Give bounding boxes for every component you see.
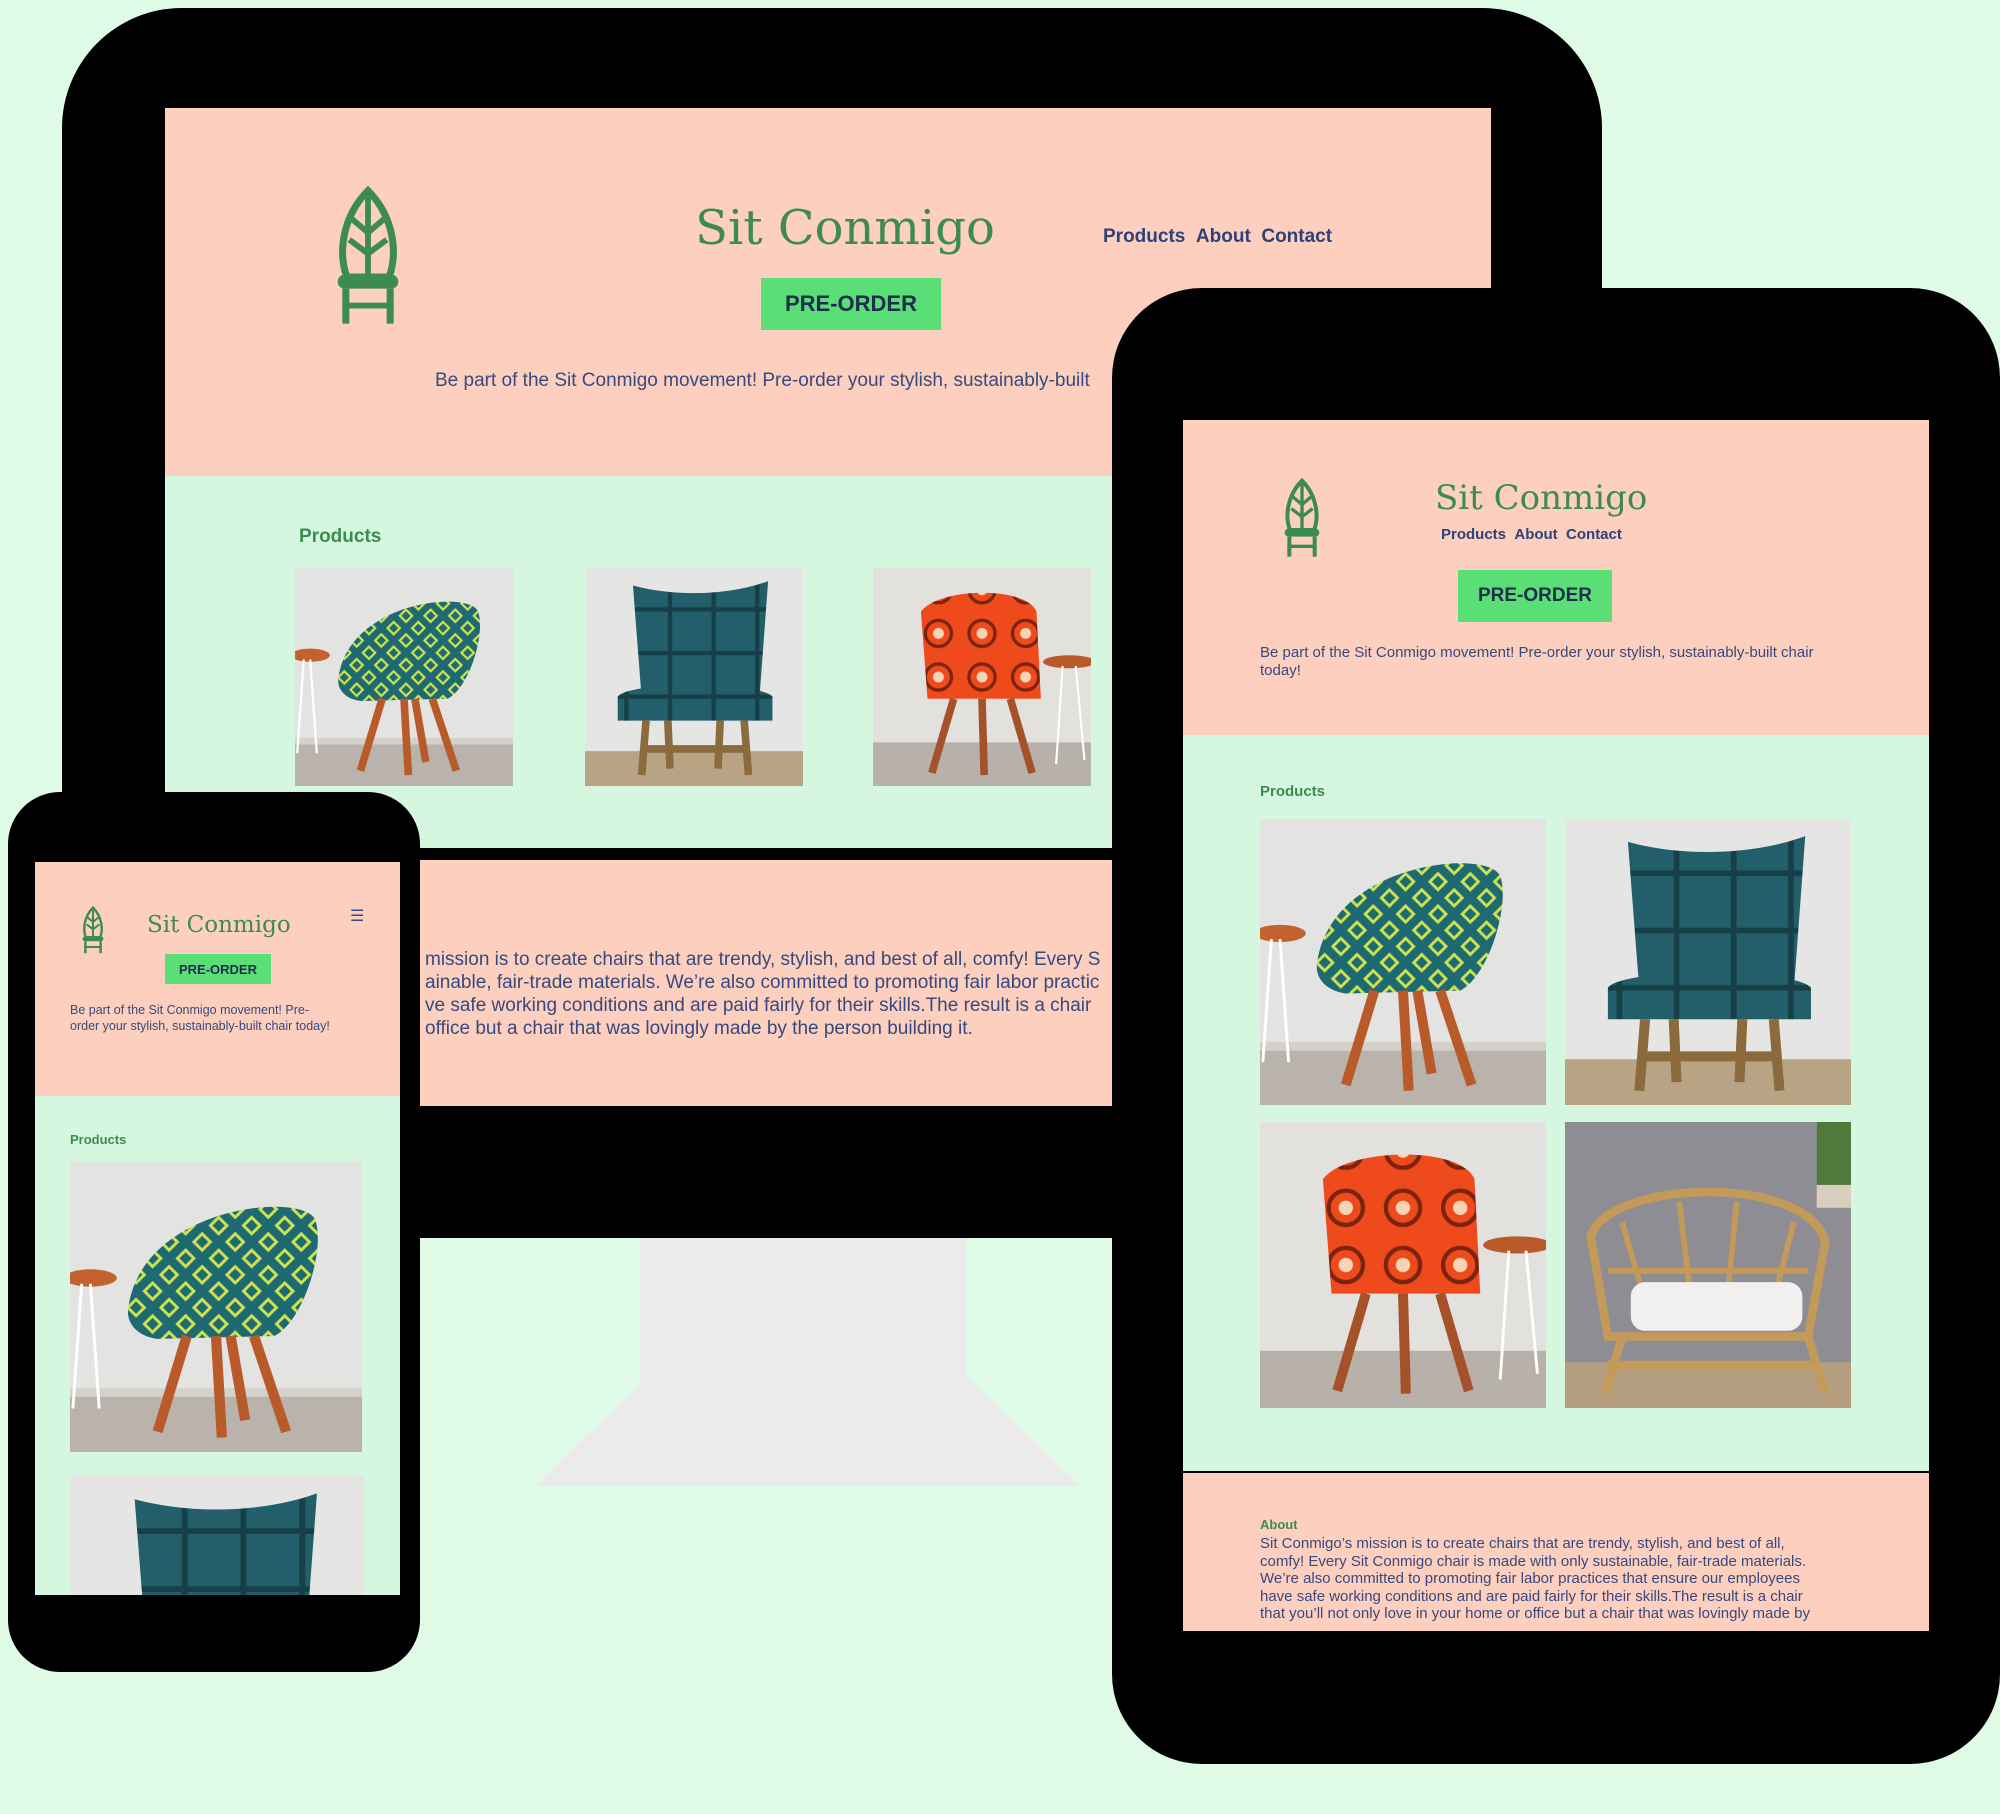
brand-title[interactable]: Sit Conmigo [695, 200, 995, 256]
product-image-teal-chair[interactable] [1260, 819, 1546, 1105]
about-line: comfy! Every Sit Conmigo chair is made w… [1260, 1552, 1807, 1570]
products-heading: Products [70, 1132, 127, 1147]
mobile-header: Sit Conmigo ☰ PRE-ORDER Be part of the S… [35, 862, 400, 1096]
pre-order-button[interactable]: PRE-ORDER [761, 278, 941, 330]
nav-contact-link[interactable]: Contact [1261, 226, 1332, 247]
about-line: mission is to create chairs that are tre… [425, 949, 1101, 970]
product-image-rattan-chair[interactable] [1565, 1122, 1851, 1408]
nav-about-link[interactable]: About [1514, 526, 1557, 543]
tagline-line: Be part of the Sit Conmigo movement! Pre… [1260, 644, 1814, 661]
pre-order-button[interactable]: PRE-ORDER [1458, 570, 1612, 622]
tablet-about-section: About Sit Conmigo’s mission is to create… [1183, 1473, 1929, 1631]
tagline-line: today! [1260, 662, 1301, 679]
hero-tagline: Be part of the Sit Conmigo movement! Pre… [70, 1002, 330, 1034]
monitor-stand-neck [640, 1220, 966, 1390]
products-heading: Products [1260, 783, 1326, 800]
about-line: ve safe working conditions and are paid … [425, 995, 1092, 1016]
about-heading: About [1260, 1517, 1298, 1532]
phone-frame: Sit Conmigo ☰ PRE-ORDER Be part of the S… [8, 792, 420, 1672]
nav-about-link[interactable]: About [1196, 226, 1251, 247]
about-line: have safe working conditions and are pai… [1260, 1587, 1803, 1605]
about-line: We’re also committed to promoting fair l… [1260, 1570, 1800, 1587]
tablet-screen[interactable]: Sit Conmigo Products About Contact PRE-O… [1183, 420, 1929, 1631]
brand-title[interactable]: Sit Conmigo [147, 912, 291, 938]
product-image-teal-chair[interactable] [70, 1162, 362, 1452]
mobile-products-section: Products [35, 1096, 400, 1595]
about-text: mission is to create chairs that are tre… [425, 948, 1100, 1040]
hamburger-menu-icon[interactable]: ☰ [350, 906, 364, 926]
product-image-blue-chair[interactable] [585, 568, 803, 786]
product-image-orange-chair[interactable] [1260, 1122, 1546, 1408]
product-image-teal-chair[interactable] [295, 568, 513, 786]
monitor-stand-base [535, 1380, 1080, 1486]
about-line: ainable, fair-trade materials. We’re als… [425, 972, 1100, 993]
tablet-products-section: Products [1183, 735, 1929, 1471]
tagline-line: Be part of the Sit Conmigo movement! Pre… [70, 1003, 309, 1017]
product-image-blue-chair[interactable] [70, 1476, 364, 1595]
chair-leaf-logo-icon[interactable] [79, 906, 107, 954]
about-line: office but a chair that was lovingly mad… [425, 1018, 973, 1039]
nav-products-link[interactable]: Products [1103, 226, 1185, 247]
product-image-orange-chair[interactable] [873, 568, 1091, 786]
about-line: Sit Conmigo’s mission is to create chair… [1260, 1535, 1785, 1552]
hero-tagline: Be part of the Sit Conmigo movement! Pre… [1260, 644, 1814, 680]
nav-products-link[interactable]: Products [1441, 526, 1506, 543]
tablet-frame: Sit Conmigo Products About Contact PRE-O… [1112, 288, 2000, 1764]
products-heading: Products [299, 526, 382, 547]
hero-tagline: Be part of the Sit Conmigo movement! Pre… [435, 370, 1090, 391]
tagline-line: order your stylish, sustainably-built ch… [70, 1019, 330, 1033]
about-line: that you’ll not only love in your home o… [1260, 1605, 1811, 1622]
chair-leaf-logo-icon[interactable] [1281, 478, 1323, 558]
desktop-nav: Products About Contact [1103, 226, 1332, 248]
about-text: Sit Conmigo’s mission is to create chair… [1260, 1535, 1810, 1623]
brand-title[interactable]: Sit Conmigo [1435, 478, 1647, 518]
pre-order-button[interactable]: PRE-ORDER [165, 954, 271, 984]
nav-contact-link[interactable]: Contact [1566, 526, 1622, 543]
tablet-nav: Products About Contact [1441, 526, 1622, 543]
tablet-header: Sit Conmigo Products About Contact PRE-O… [1183, 420, 1929, 735]
chair-leaf-logo-icon[interactable] [333, 186, 403, 326]
product-image-blue-chair[interactable] [1565, 819, 1851, 1105]
mobile-screen[interactable]: Sit Conmigo ☰ PRE-ORDER Be part of the S… [35, 862, 400, 1595]
